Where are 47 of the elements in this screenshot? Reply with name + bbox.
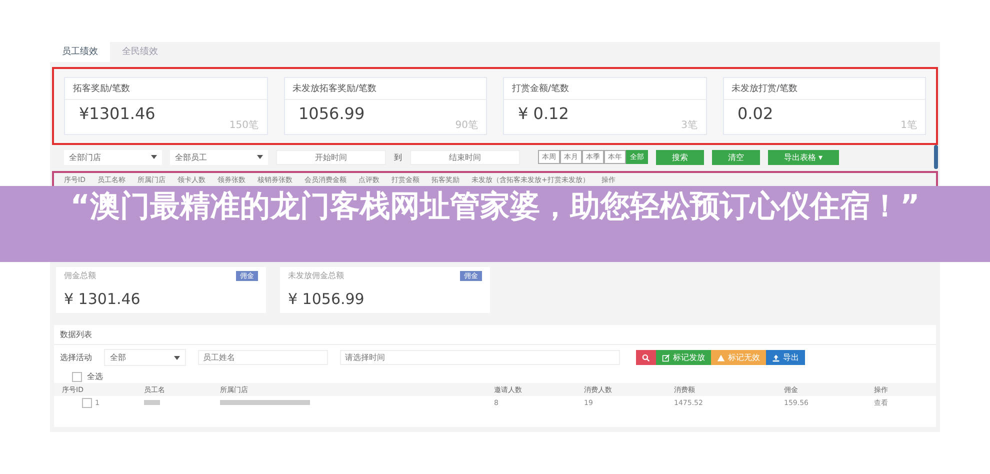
activity-select[interactable]: 全部 xyxy=(104,349,186,366)
stat-amount: ¥1301.46 xyxy=(79,104,156,123)
range-label: 到 xyxy=(394,152,402,162)
stat-amount: 1056.99 xyxy=(298,104,365,123)
search-button[interactable] xyxy=(636,350,656,365)
start-date-field[interactable]: 开始时间 xyxy=(276,150,386,164)
tab[interactable]: 员工绩效 xyxy=(50,42,110,62)
caret-icon xyxy=(257,155,263,159)
checkbox[interactable] xyxy=(82,398,92,408)
checkbox[interactable] xyxy=(72,372,82,382)
action-button[interactable]: 清空 xyxy=(712,150,760,164)
name-field[interactable]: 员工姓名 xyxy=(198,350,328,365)
action-button[interactable]: 标记发放 xyxy=(656,350,711,365)
stat-label: 拓客奖励/笔数 xyxy=(65,78,266,100)
action-button[interactable]: 导出 xyxy=(766,350,805,365)
summary-label: 未发放佣金总额 xyxy=(288,270,344,281)
time-field[interactable]: 请选择时间 xyxy=(340,350,620,365)
stat-amount: 0.02 xyxy=(738,104,774,123)
overlay-banner: “澳门最精准的龙门客栈网址管家婆，助您轻松预订心仪住宿！” xyxy=(0,186,990,262)
list-title: 数据列表 xyxy=(54,325,936,345)
action-button[interactable]: 导出表格 ▾ xyxy=(768,150,839,164)
stat-count: 90笔 xyxy=(455,119,478,132)
stat-count: 1笔 xyxy=(900,119,917,132)
tab[interactable]: 全民绩效 xyxy=(110,42,170,62)
search-icon xyxy=(642,354,650,362)
caret-icon xyxy=(174,356,180,360)
store-select[interactable]: 全部门店 xyxy=(64,150,162,164)
warning-icon xyxy=(717,354,725,362)
stat-amount: ¥ 0.12 xyxy=(518,104,569,123)
summary-amount: ¥ 1056.99 xyxy=(287,289,366,310)
edit-icon xyxy=(662,354,670,362)
summary-amount: ¥ 1301.46 xyxy=(63,289,142,310)
scrollbar-thumb[interactable] xyxy=(934,145,938,169)
redacted-block xyxy=(144,400,160,405)
stat-label: 打赏金额/笔数 xyxy=(504,78,706,100)
stat-label: 未发放打赏/笔数 xyxy=(724,78,925,100)
upload-icon xyxy=(772,354,780,362)
action-button[interactable]: 搜索 xyxy=(656,150,704,164)
select-all-label: 全选 xyxy=(87,371,103,382)
staff-select[interactable]: 全部员工 xyxy=(170,150,268,164)
summary-label: 佣金总额 xyxy=(64,270,96,281)
caret-icon xyxy=(151,155,157,159)
end-date-field[interactable]: 结束时间 xyxy=(410,150,520,164)
stat-count: 150笔 xyxy=(229,119,258,132)
stat-label: 未发放拓客奖励/笔数 xyxy=(284,78,486,100)
stat-count: 3笔 xyxy=(681,119,698,132)
activity-label: 选择活动 xyxy=(60,352,92,363)
